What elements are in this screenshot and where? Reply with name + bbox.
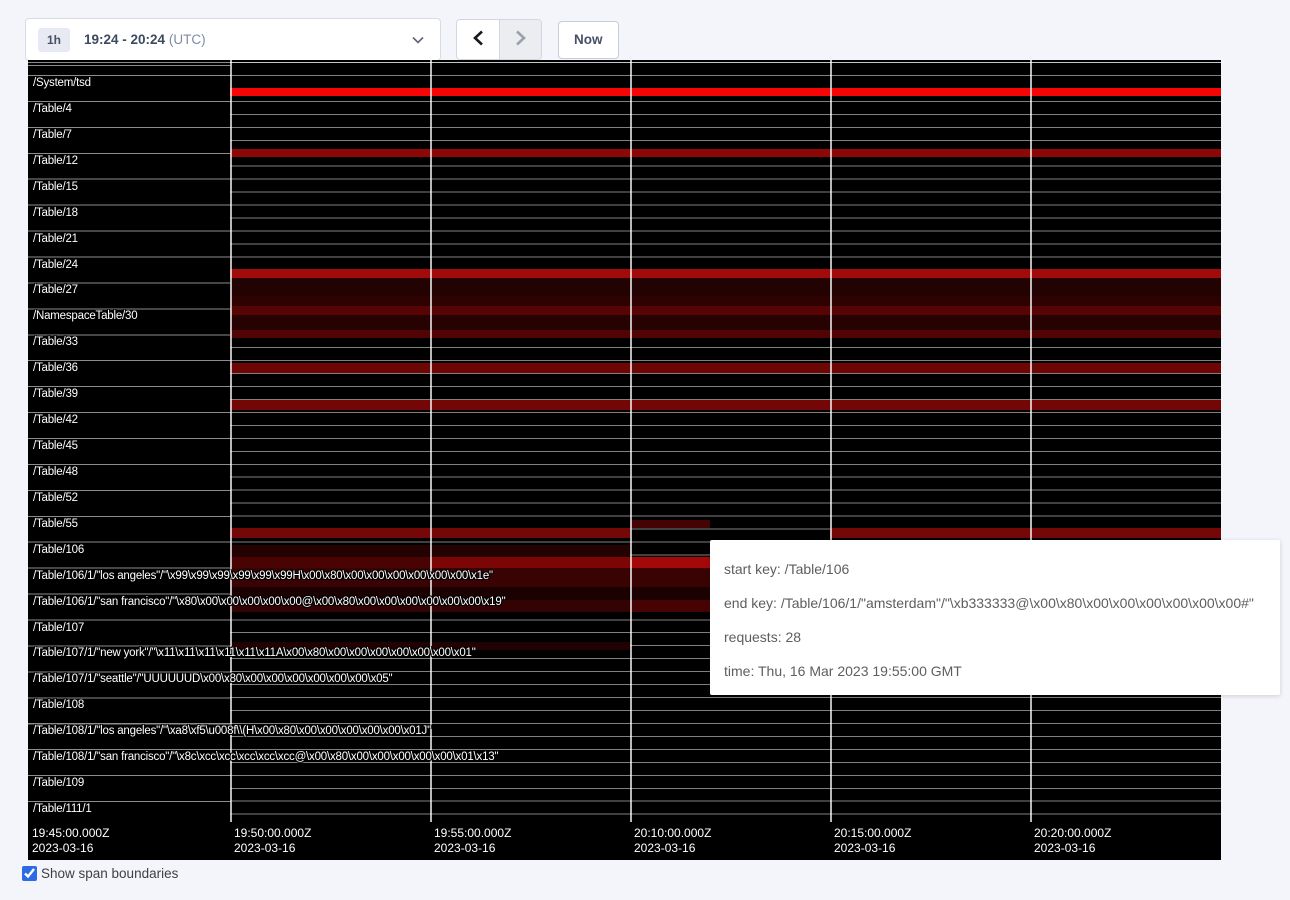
time-range-value: 19:24 - 20:24 (84, 32, 165, 47)
row-label: /Table/106/1/"los angeles"/"\x99\x99\x99… (33, 570, 493, 582)
time-gridline (830, 60, 832, 822)
time-gridline (230, 60, 232, 822)
row-label: /Table/4 (33, 103, 72, 115)
heat-band (430, 557, 630, 568)
row-label: /Table/106/1/"san francisco"/"\x80\x00\x… (33, 596, 505, 608)
time-toolbar: 1h 19:24 - 20:24 (UTC) Now (25, 18, 619, 61)
chevron-left-icon (473, 30, 484, 49)
row-label: /Table/36 (33, 362, 78, 374)
tooltip-end-key: end key: /Table/106/1/"amsterdam"/"\xb33… (724, 586, 1266, 620)
heat-band (230, 587, 710, 600)
heat-band (230, 269, 1221, 278)
prev-button[interactable] (457, 20, 499, 59)
row-label: /Table/33 (33, 336, 78, 348)
show-span-boundaries-checkbox[interactable] (22, 866, 37, 881)
row-label: /NamespaceTable/30 (33, 310, 137, 322)
row-label: /Table/39 (33, 388, 78, 400)
row-label: /Table/42 (33, 414, 78, 426)
heat-band (230, 296, 1221, 306)
checkbox-label: Show span boundaries (41, 866, 178, 881)
row-label: /Table/108 (33, 699, 84, 711)
heat-band (230, 557, 430, 568)
row-label: /System/tsd (33, 77, 91, 89)
heat-band (230, 545, 630, 557)
heat-band (230, 315, 1221, 330)
x-axis-label: 20:20:00.000Z2023-03-16 (1034, 826, 1111, 856)
time-range-select[interactable]: 1h 19:24 - 20:24 (UTC) (25, 18, 441, 61)
row-label: /Table/21 (33, 233, 78, 245)
heat-band (230, 642, 630, 650)
heat-band (630, 600, 710, 612)
x-axis-label: 20:10:00.000Z2023-03-16 (634, 826, 711, 856)
row-label: /Table/109 (33, 777, 84, 789)
timezone-label: (UTC) (169, 32, 206, 47)
row-label: /Table/107 (33, 622, 84, 634)
canvas-top-boundary (28, 62, 1221, 63)
heat-band (230, 600, 630, 612)
row-label: /Table/7 (33, 129, 72, 141)
row-label: /Table/18 (33, 207, 78, 219)
row-label: /Table/107/1/"new york"/"\x11\x11\x11\x1… (33, 647, 476, 659)
row-label: /Table/108/1/"los angeles"/"\xa8\xf5\u00… (33, 725, 431, 737)
span-boundaries-layer (230, 60, 1221, 822)
show-span-boundaries-row[interactable]: Show span boundaries (22, 866, 178, 881)
time-gridline (430, 60, 432, 822)
heat-band (230, 528, 630, 538)
heat-band (230, 88, 1221, 96)
row-label: /Table/52 (33, 492, 78, 504)
time-gridline (630, 60, 632, 822)
row-label: /Table/108/1/"san francisco"/"\x8c\xcc\x… (33, 751, 498, 763)
tooltip-time: time: Thu, 16 Mar 2023 19:55:00 GMT (724, 654, 1266, 688)
row-label: /Table/55 (33, 518, 78, 530)
heat-band (230, 149, 1221, 157)
row-label: /Table/111/1 (33, 803, 92, 815)
row-label: /Table/27 (33, 284, 78, 296)
time-nav-group (456, 19, 542, 60)
chevron-right-icon (515, 30, 526, 49)
heat-band (230, 306, 1221, 315)
tooltip-start-key: start key: /Table/106 (724, 552, 1266, 586)
span-boundaries-left-layer (28, 60, 230, 822)
x-axis-label: 20:15:00.000Z2023-03-16 (834, 826, 911, 856)
row-label: /Table/24 (33, 259, 78, 271)
x-axis-label: 19:55:00.000Z2023-03-16 (434, 826, 511, 856)
x-axis-label: 19:45:00.000Z2023-03-16 (32, 826, 109, 856)
row-label: /Table/106 (33, 544, 84, 556)
row-label: /Table/48 (33, 466, 78, 478)
heat-band (830, 528, 1221, 538)
heat-band (230, 330, 1221, 338)
heat-band (630, 557, 710, 568)
row-label: /Table/15 (33, 181, 78, 193)
time-range-label: 19:24 - 20:24 (UTC) (84, 32, 206, 47)
heat-band (230, 400, 1221, 410)
heat-band (230, 278, 1221, 296)
heat-band (630, 520, 710, 528)
hover-tooltip: start key: /Table/106 end key: /Table/10… (710, 540, 1280, 695)
row-label: /Table/107/1/"seattle"/"UUUUUUD\x00\x80\… (33, 673, 392, 685)
x-axis: 19:45:00.000Z2023-03-16 19:50:00.000Z2023… (28, 822, 1221, 860)
tooltip-requests: requests: 28 (724, 620, 1266, 654)
x-axis-label: 19:50:00.000Z2023-03-16 (234, 826, 311, 856)
now-button[interactable]: Now (558, 21, 619, 59)
next-button[interactable] (499, 20, 541, 59)
preset-badge: 1h (38, 28, 70, 52)
row-label: /Table/12 (33, 155, 78, 167)
chevron-down-icon (412, 36, 424, 44)
row-label: /Table/45 (33, 440, 78, 452)
heat-band (230, 363, 1221, 373)
key-visualizer-canvas[interactable]: /System/tsd/Table/4/Table/7/Table/12/Tab… (28, 60, 1221, 860)
heat-band (230, 568, 710, 587)
time-gridline (1030, 60, 1032, 822)
